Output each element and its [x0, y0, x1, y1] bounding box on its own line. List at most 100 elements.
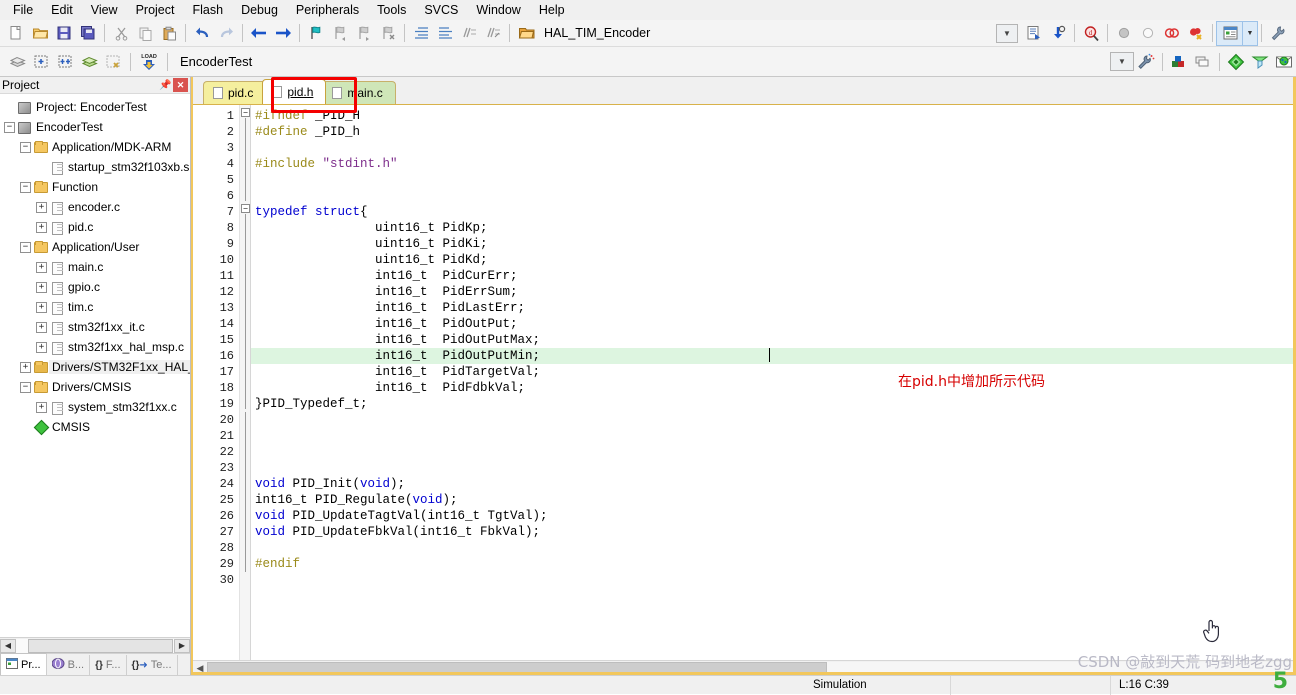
- indent-right-icon[interactable]: [409, 22, 433, 45]
- code-line[interactable]: void PID_UpdateFbkVal(int16_t FbkVal);: [251, 524, 1296, 540]
- collapse-toggle-icon[interactable]: −: [20, 141, 31, 153]
- find-icon[interactable]: d: [1079, 22, 1103, 45]
- close-icon[interactable]: ✕: [173, 78, 188, 92]
- tree-item[interactable]: − Function: [0, 177, 190, 197]
- tree-item[interactable]: + stm32f1xx_it.c: [0, 317, 190, 337]
- code-line[interactable]: typedef struct{: [251, 204, 1296, 220]
- tree-item[interactable]: Project: EncoderTest: [0, 97, 190, 117]
- code-line[interactable]: [251, 572, 1296, 588]
- tree-item[interactable]: + system_stm32f1xx.c: [0, 397, 190, 417]
- manage-run-environment-icon[interactable]: [1248, 50, 1272, 73]
- indent-left-icon[interactable]: [433, 22, 457, 45]
- code-line[interactable]: int16_t PidErrSum;: [251, 284, 1296, 300]
- scroll-track[interactable]: [16, 638, 174, 653]
- breakpoint-disable-icon[interactable]: [1160, 22, 1184, 45]
- function-dropdown[interactable]: ▼: [996, 23, 1018, 43]
- code-line[interactable]: #define _PID_h: [251, 124, 1296, 140]
- code-line[interactable]: int16_t PidOutPutMax;: [251, 332, 1296, 348]
- tree-item[interactable]: + pid.c: [0, 217, 190, 237]
- tree-item[interactable]: CMSIS: [0, 417, 190, 437]
- code-line[interactable]: [251, 172, 1296, 188]
- panel-tab-te[interactable]: {}➜ Te...: [127, 655, 178, 675]
- window-manager-icon[interactable]: [1216, 20, 1244, 46]
- target-options-icon[interactable]: [1134, 50, 1158, 73]
- new-file-icon[interactable]: [4, 22, 28, 45]
- tree-item[interactable]: + Drivers/STM32F1xx_HAL_I: [0, 357, 190, 377]
- tree-item[interactable]: + stm32f1xx_hal_msp.c: [0, 337, 190, 357]
- code-line[interactable]: #include "stdint.h": [251, 156, 1296, 172]
- collapse-toggle-icon[interactable]: −: [20, 241, 31, 253]
- collapse-toggle-icon[interactable]: −: [20, 181, 31, 193]
- expand-toggle-icon[interactable]: +: [36, 341, 47, 353]
- download-icon[interactable]: LOAD: [135, 50, 163, 73]
- tree-item[interactable]: startup_stm32f103xb.s: [0, 157, 190, 177]
- save-icon[interactable]: [52, 22, 76, 45]
- code-line[interactable]: }PID_Typedef_t;: [251, 396, 1296, 412]
- tree-item[interactable]: − EncoderTest: [0, 117, 190, 137]
- stop-build-icon[interactable]: [102, 50, 126, 73]
- code-line[interactable]: int16_t PidOutPut;: [251, 316, 1296, 332]
- navigate-forward-icon[interactable]: [271, 22, 295, 45]
- code-line[interactable]: uint16_t PidKp;: [251, 220, 1296, 236]
- code-folding-bar[interactable]: − −: [239, 105, 251, 660]
- expand-toggle-icon[interactable]: +: [36, 261, 47, 273]
- fold-box-struct[interactable]: −: [241, 204, 250, 213]
- code-line[interactable]: void PID_UpdateTagtVal(int16_t TgtVal);: [251, 508, 1296, 524]
- code-line[interactable]: [251, 540, 1296, 556]
- menu-item-peripherals[interactable]: Peripherals: [287, 1, 368, 19]
- navigate-back-icon[interactable]: [247, 22, 271, 45]
- panel-tab-f[interactable]: {} F...: [90, 655, 127, 675]
- code-line[interactable]: #endif: [251, 556, 1296, 572]
- menu-item-edit[interactable]: Edit: [42, 1, 82, 19]
- breakpoint-kill-icon[interactable]: [1136, 22, 1160, 45]
- tree-item[interactable]: − Application/User: [0, 237, 190, 257]
- expand-toggle-icon[interactable]: +: [36, 301, 47, 313]
- paste-icon[interactable]: [157, 22, 181, 45]
- panel-tab-pr[interactable]: Pr...: [0, 653, 47, 675]
- bookmark-prev-icon[interactable]: [328, 22, 352, 45]
- fold-box-ifndef[interactable]: −: [241, 108, 250, 117]
- expand-toggle-icon[interactable]: +: [20, 361, 31, 373]
- tree-item[interactable]: + tim.c: [0, 297, 190, 317]
- uncomment-icon[interactable]: [481, 22, 505, 45]
- pack-manager-icon[interactable]: [1272, 50, 1296, 73]
- tree-item[interactable]: + encoder.c: [0, 197, 190, 217]
- menu-item-flash[interactable]: Flash: [183, 1, 232, 19]
- manage-project-items-icon[interactable]: [1167, 50, 1191, 73]
- code-line[interactable]: int16_t PidLastErr;: [251, 300, 1296, 316]
- expand-toggle-icon[interactable]: +: [36, 201, 47, 213]
- scroll-thumb[interactable]: [28, 638, 173, 653]
- rebuild-all-icon[interactable]: [54, 50, 78, 73]
- code-line[interactable]: int16_t PidOutPutMin;: [251, 348, 1296, 364]
- comment-icon[interactable]: [457, 22, 481, 45]
- code-line[interactable]: [251, 428, 1296, 444]
- find-in-files-icon[interactable]: [1046, 22, 1070, 45]
- target-dropdown[interactable]: ▼: [1110, 52, 1134, 71]
- bookmark-toggle-icon[interactable]: [304, 22, 328, 45]
- breakpoint-insert-icon[interactable]: [1112, 22, 1136, 45]
- code-line[interactable]: [251, 188, 1296, 204]
- multi-project-icon[interactable]: [1191, 50, 1215, 73]
- breakpoint-disable-all-icon[interactable]: [1184, 22, 1208, 45]
- code-line[interactable]: [251, 412, 1296, 428]
- save-all-icon[interactable]: [76, 22, 100, 45]
- pack-installer-icon[interactable]: [1224, 50, 1248, 73]
- code-line[interactable]: int16_t PidCurErr;: [251, 268, 1296, 284]
- scroll-left-arrow-icon[interactable]: ◀: [0, 638, 16, 653]
- menu-item-svcs[interactable]: SVCS: [415, 1, 467, 19]
- pin-icon[interactable]: 📌: [158, 78, 173, 92]
- open-folder-icon[interactable]: [514, 22, 538, 45]
- code-line[interactable]: int16_t PidFdbkVal;: [251, 380, 1296, 396]
- code-line[interactable]: [251, 140, 1296, 156]
- menu-item-help[interactable]: Help: [530, 1, 574, 19]
- code-line[interactable]: #ifndef _PID_H: [251, 108, 1296, 124]
- code-line[interactable]: uint16_t PidKi;: [251, 236, 1296, 252]
- menu-item-view[interactable]: View: [82, 1, 127, 19]
- tree-item[interactable]: + gpio.c: [0, 277, 190, 297]
- expand-toggle-icon[interactable]: +: [36, 401, 47, 413]
- editor-tab-main-c[interactable]: main.c: [322, 81, 396, 104]
- cut-icon[interactable]: [109, 22, 133, 45]
- expand-toggle-icon[interactable]: +: [36, 221, 47, 233]
- menu-item-tools[interactable]: Tools: [368, 1, 415, 19]
- code-text[interactable]: #ifndef _PID_H #define _PID_h #include "s…: [251, 105, 1296, 660]
